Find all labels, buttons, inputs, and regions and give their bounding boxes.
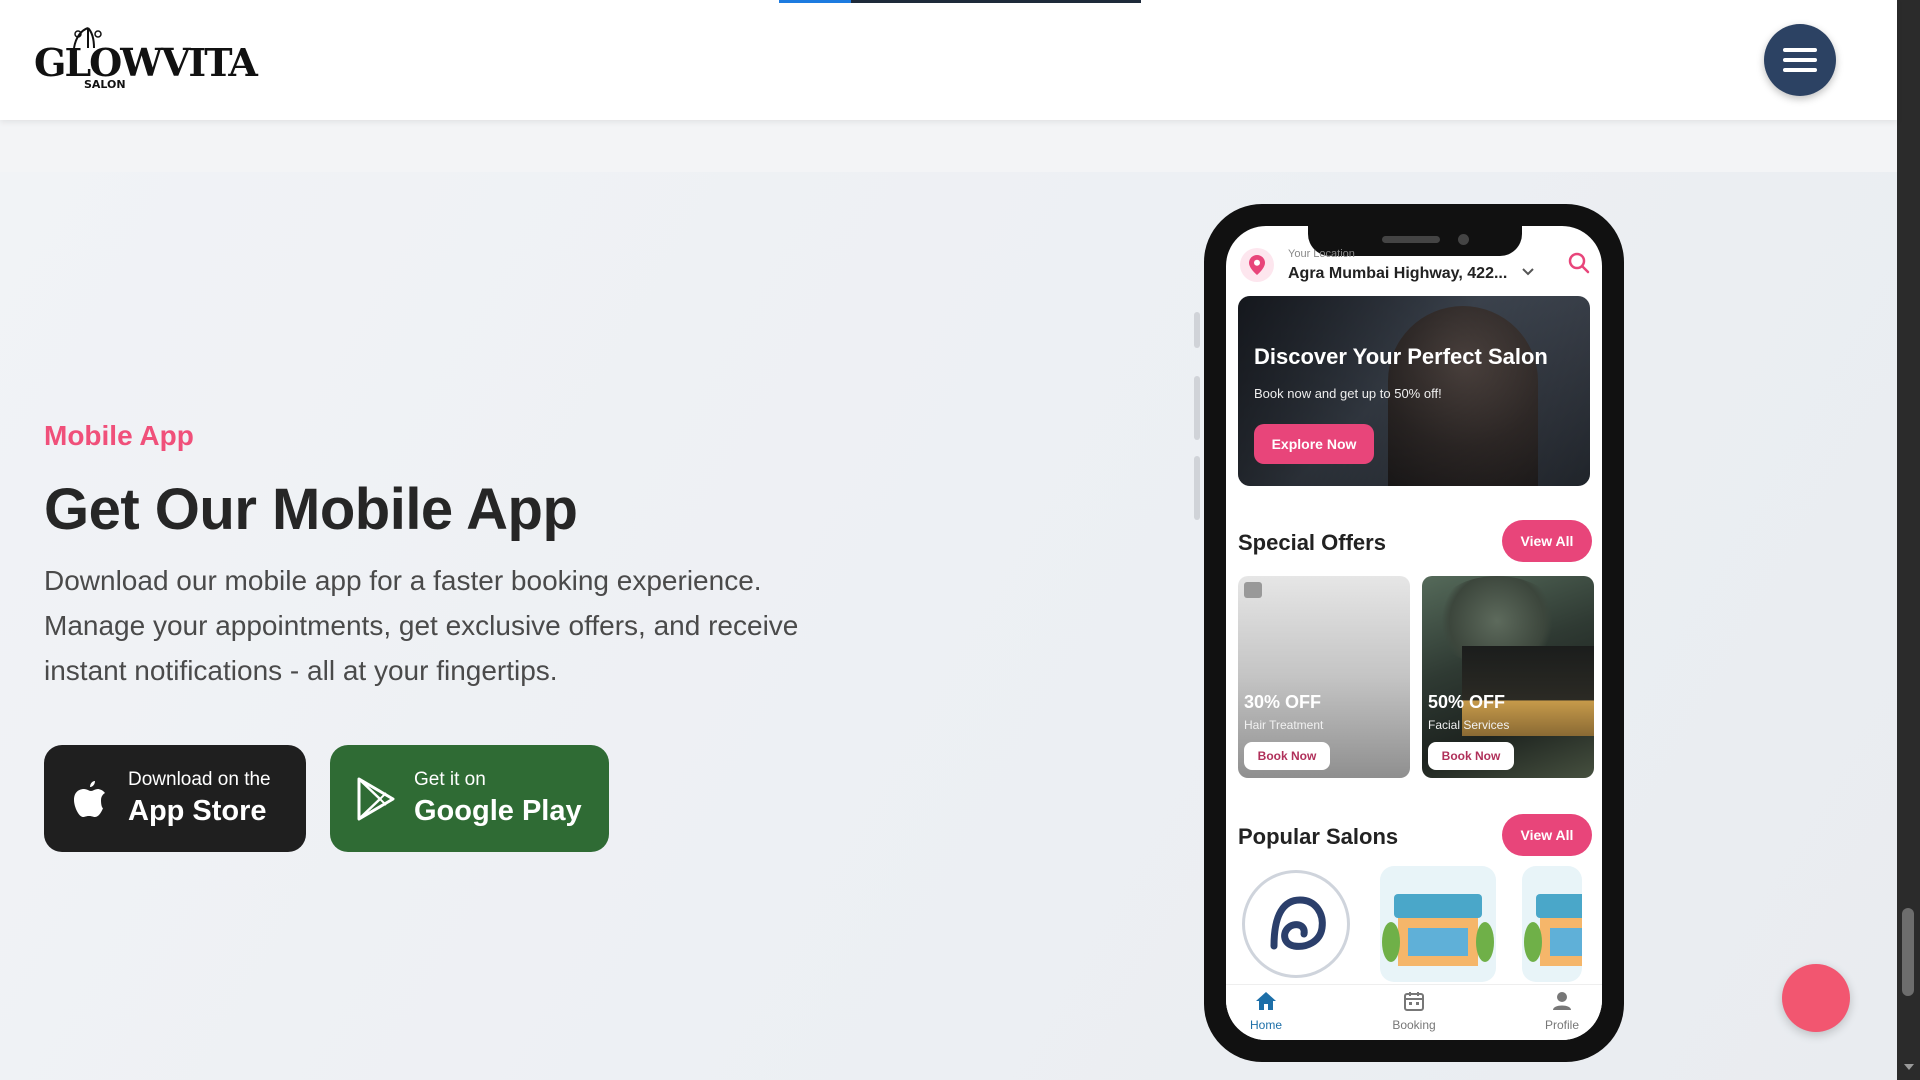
nav-item-profile[interactable]: Profile xyxy=(1522,991,1602,1032)
calendar-icon xyxy=(1404,992,1424,1011)
salon-thumbnail[interactable] xyxy=(1238,866,1354,982)
hero-title: Discover Your Perfect Salon xyxy=(1254,344,1548,369)
special-offers-title: Special Offers xyxy=(1238,530,1386,555)
logo-subtext: SALON xyxy=(84,78,126,91)
scroll-down-arrow-icon[interactable] xyxy=(1903,1062,1915,1072)
phone-screen: Your Location Agra Mumbai Highway, 422..… xyxy=(1226,226,1602,1040)
nav-label: Booking xyxy=(1392,1018,1436,1032)
hero-subtitle: Book now and get up to 50% off! xyxy=(1254,386,1442,401)
bottom-navigation: Home Booking Profile xyxy=(1226,984,1602,1040)
section-eyebrow: Mobile App xyxy=(44,420,194,451)
popular-salons-view-all-button[interactable]: View All xyxy=(1502,814,1592,856)
app-store-button[interactable]: Download on the App Store xyxy=(44,745,306,852)
scrollbar-thumb[interactable] xyxy=(1902,908,1914,996)
nav-item-home[interactable]: Home xyxy=(1226,991,1306,1032)
special-offers-view-all-button[interactable]: View All xyxy=(1502,520,1592,562)
location-value[interactable]: Agra Mumbai Highway, 422... xyxy=(1288,265,1507,283)
section-heading: Get Our Mobile App xyxy=(44,477,578,542)
nav-label: Home xyxy=(1249,1018,1282,1032)
person-icon xyxy=(1553,992,1571,1010)
play-icon xyxy=(357,777,395,820)
scroll-progress-fill xyxy=(779,0,852,3)
offer-name: Facial Services xyxy=(1428,718,1510,732)
offer-discount: 50% OFF xyxy=(1428,692,1506,712)
salon-logo-icon xyxy=(1270,896,1326,950)
offer-discount: 30% OFF xyxy=(1244,692,1322,712)
hero-banner: Discover Your Perfect Salon Book now and… xyxy=(1238,296,1590,486)
home-icon xyxy=(1256,992,1276,1010)
google-play-button[interactable]: Get it on Google Play xyxy=(330,745,609,852)
search-icon[interactable] xyxy=(1568,252,1590,274)
mobile-app-section: Mobile App Get Our Mobile App Download o… xyxy=(0,172,1897,1080)
nav-item-booking[interactable]: Booking xyxy=(1374,991,1454,1032)
section-description: Download our mobile app for a faster boo… xyxy=(44,565,799,686)
popular-salons-title: Popular Salons xyxy=(1238,824,1399,849)
phone-side-button xyxy=(1194,312,1200,348)
floating-action-button[interactable] xyxy=(1782,964,1850,1032)
book-now-button[interactable]: Book Now xyxy=(1244,742,1330,770)
nav-label: Profile xyxy=(1544,1018,1579,1032)
google-play-small-label: Get it on xyxy=(414,768,486,790)
offer-name: Hair Treatment xyxy=(1244,718,1324,732)
offer-card[interactable]: 30% OFF Hair Treatment Book Now xyxy=(1238,576,1410,778)
location-label: Your Location xyxy=(1288,248,1355,260)
site-header: GLOWVITA SALON xyxy=(0,0,1897,120)
logo[interactable]: GLOWVITA SALON xyxy=(34,26,258,92)
image-placeholder-icon xyxy=(1244,582,1262,598)
location-pin-icon[interactable] xyxy=(1240,248,1274,282)
menu-button[interactable] xyxy=(1764,24,1836,96)
phone-side-button xyxy=(1194,376,1200,440)
google-play-big-label: Google Play xyxy=(414,794,582,827)
book-now-button[interactable]: Book Now xyxy=(1428,742,1514,770)
explore-now-button[interactable]: Explore Now xyxy=(1254,424,1374,464)
app-store-big-label: App Store xyxy=(128,794,267,827)
phone-mockup: Your Location Agra Mumbai Highway, 422..… xyxy=(1204,204,1624,1062)
apple-icon xyxy=(74,780,105,817)
hamburger-icon xyxy=(1783,48,1817,72)
app-store-small-label: Download on the xyxy=(128,768,271,790)
logo-text: GLOWVITA xyxy=(34,40,258,85)
scroll-progress-bar xyxy=(779,0,1141,3)
chevron-down-icon[interactable] xyxy=(1522,268,1534,276)
offer-card[interactable]: 50% OFF Facial Services Book Now xyxy=(1422,576,1594,778)
phone-side-button xyxy=(1194,456,1200,520)
salon-thumbnail[interactable] xyxy=(1380,866,1496,982)
salon-thumbnail[interactable] xyxy=(1522,866,1582,982)
